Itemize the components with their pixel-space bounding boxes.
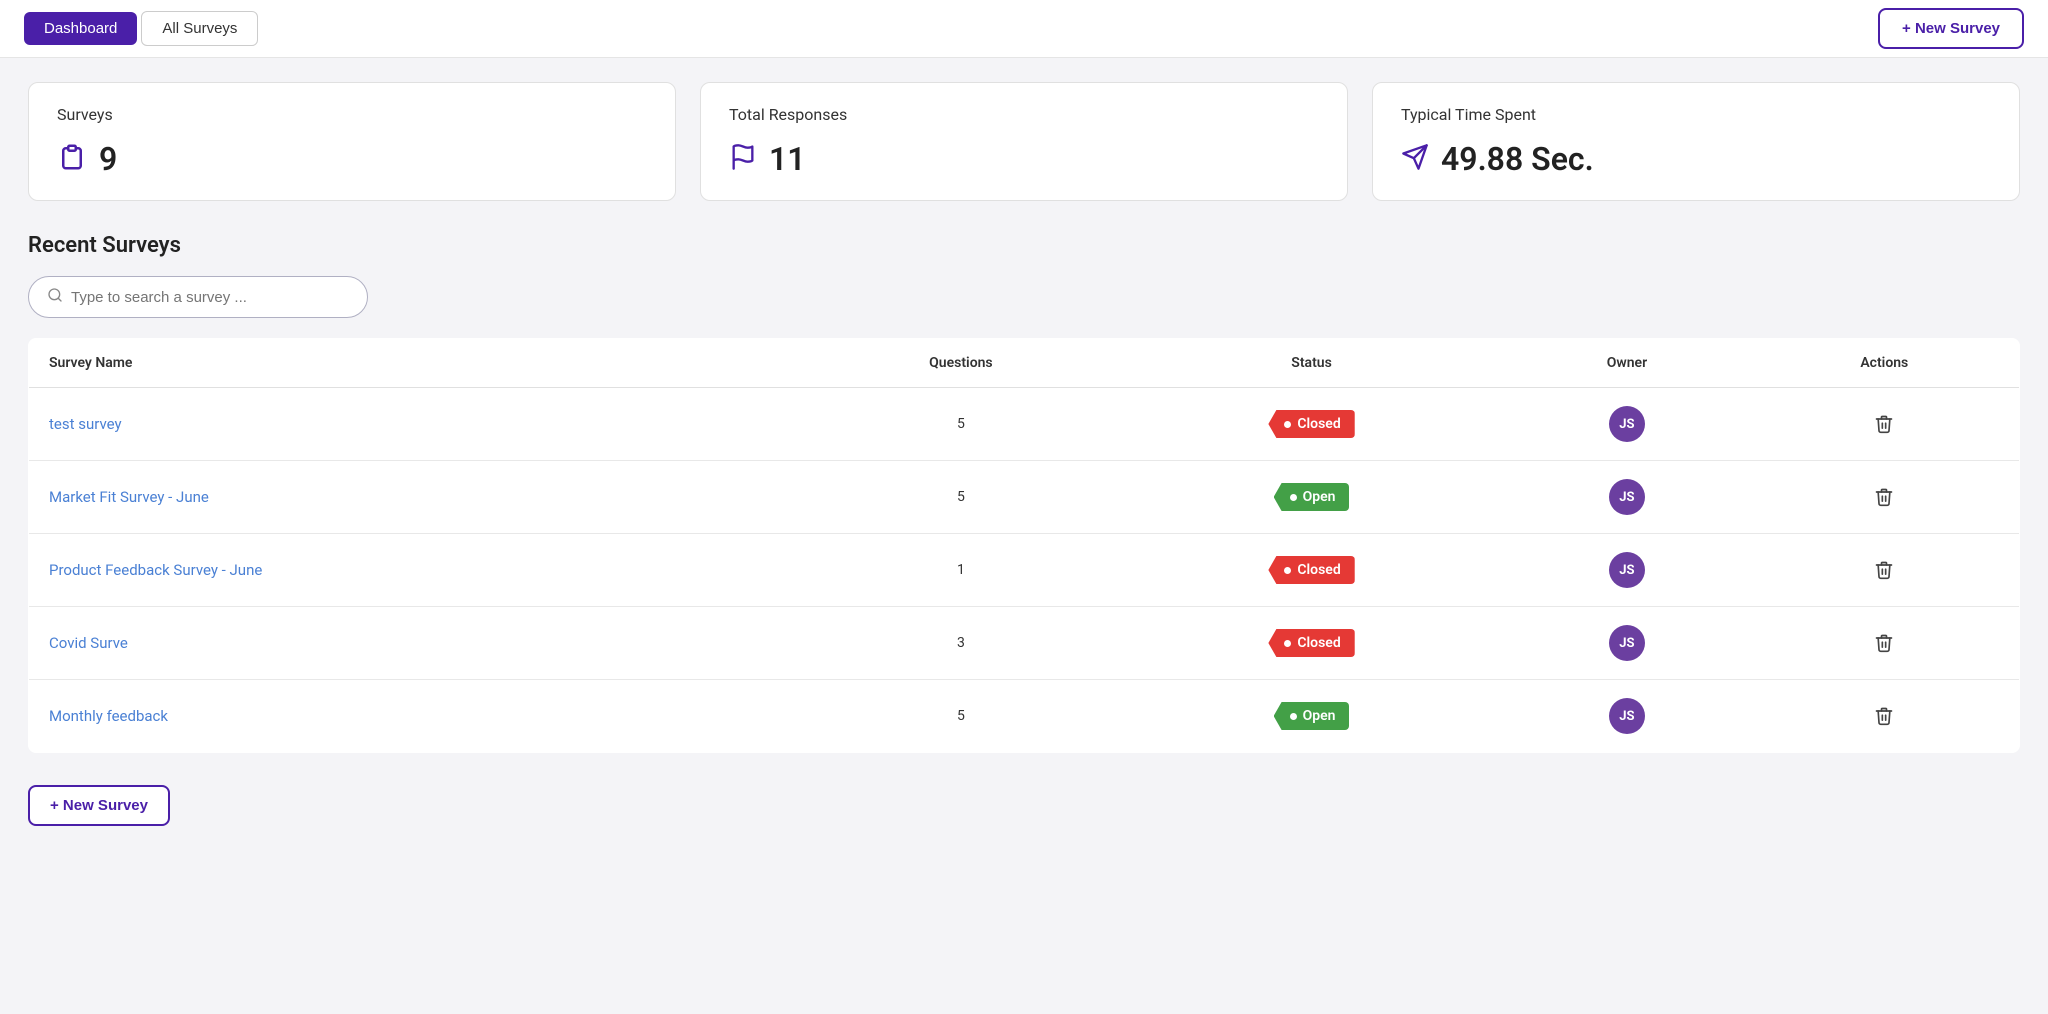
time-stat-label: Typical Time Spent (1401, 105, 1991, 124)
table-body: test survey5ClosedJSMarket Fit Survey - … (29, 388, 2020, 753)
delete-icon[interactable] (1770, 560, 1999, 580)
survey-name-cell: Monthly feedback (29, 680, 804, 753)
survey-actions-cell (1750, 607, 2020, 680)
survey-status-cell: Closed (1119, 388, 1504, 461)
status-badge: Closed (1268, 629, 1354, 657)
status-badge: Open (1274, 702, 1350, 730)
search-box (28, 276, 368, 318)
responses-stat-card: Total Responses 11 (700, 82, 1348, 201)
col-header-status: Status (1119, 339, 1504, 388)
survey-status-cell: Open (1119, 461, 1504, 534)
header-nav: Dashboard All Surveys (24, 11, 258, 46)
avatar: JS (1609, 552, 1645, 588)
delete-icon[interactable] (1770, 706, 1999, 726)
responses-stat-value-row: 11 (729, 140, 1319, 178)
responses-stat-icon (729, 143, 757, 176)
survey-status-cell: Closed (1119, 534, 1504, 607)
time-stat-icon (1401, 143, 1429, 176)
avatar: JS (1609, 698, 1645, 734)
survey-name-cell: test survey (29, 388, 804, 461)
time-stat-value-row: 49.88 Sec. (1401, 140, 1991, 178)
survey-owner-cell: JS (1504, 680, 1749, 753)
search-icon (47, 287, 63, 307)
survey-name-link[interactable]: Monthly feedback (49, 707, 168, 725)
survey-questions-cell: 5 (803, 388, 1119, 461)
time-stat-number: 49.88 Sec. (1441, 140, 1594, 178)
new-survey-header-button[interactable]: + New Survey (1878, 8, 2024, 49)
survey-name-cell: Product Feedback Survey - June (29, 534, 804, 607)
col-header-name: Survey Name (29, 339, 804, 388)
survey-name-link[interactable]: Product Feedback Survey - June (49, 561, 262, 579)
status-dot-icon (1284, 640, 1291, 647)
delete-icon[interactable] (1770, 414, 1999, 434)
survey-status-cell: Closed (1119, 607, 1504, 680)
survey-questions-cell: 1 (803, 534, 1119, 607)
delete-icon[interactable] (1770, 487, 1999, 507)
survey-questions-cell: 3 (803, 607, 1119, 680)
survey-questions-cell: 5 (803, 680, 1119, 753)
survey-name-cell: Market Fit Survey - June (29, 461, 804, 534)
survey-table: Survey Name Questions Status Owner Actio… (28, 338, 2020, 753)
status-badge: Closed (1268, 556, 1354, 584)
avatar: JS (1609, 625, 1645, 661)
search-container (28, 276, 2020, 318)
surveys-stat-card: Surveys 9 (28, 82, 676, 201)
status-dot-icon (1284, 421, 1291, 428)
table-row: Market Fit Survey - June 5 Open JS (29, 461, 2020, 534)
status-dot-icon (1290, 713, 1297, 720)
table-row: Covid Surve 3 Closed JS (29, 607, 2020, 680)
main-content: Surveys 9 Total Responses (0, 58, 2048, 850)
surveys-stat-number: 9 (99, 140, 117, 178)
delete-icon[interactable] (1770, 633, 1999, 653)
col-header-questions: Questions (803, 339, 1119, 388)
survey-actions-cell (1750, 534, 2020, 607)
survey-owner-cell: JS (1504, 461, 1749, 534)
table-row: test survey 5 Closed JS (29, 388, 2020, 461)
avatar: JS (1609, 479, 1645, 515)
survey-actions-cell (1750, 680, 2020, 753)
survey-owner-cell: JS (1504, 607, 1749, 680)
avatar: JS (1609, 406, 1645, 442)
survey-owner-cell: JS (1504, 534, 1749, 607)
header: Dashboard All Surveys + New Survey (0, 0, 2048, 58)
all-surveys-nav-button[interactable]: All Surveys (141, 11, 258, 46)
responses-stat-number: 11 (769, 140, 806, 178)
status-badge: Closed (1268, 410, 1354, 438)
surveys-stat-icon (57, 142, 87, 177)
table-header: Survey Name Questions Status Owner Actio… (29, 339, 2020, 388)
survey-name-link[interactable]: test survey (49, 415, 122, 433)
table-row: Product Feedback Survey - June 1 Closed JS (29, 534, 2020, 607)
search-input[interactable] (71, 289, 331, 306)
survey-actions-cell (1750, 388, 2020, 461)
survey-questions-cell: 5 (803, 461, 1119, 534)
col-header-actions: Actions (1750, 339, 2020, 388)
time-stat-card: Typical Time Spent 49.88 Sec. (1372, 82, 2020, 201)
survey-status-cell: Open (1119, 680, 1504, 753)
new-survey-bottom-button[interactable]: + New Survey (28, 785, 170, 826)
status-dot-icon (1290, 494, 1297, 501)
surveys-stat-label: Surveys (57, 105, 647, 124)
recent-surveys-section: Recent Surveys Survey Name Questions Sta… (28, 233, 2020, 826)
table-row: Monthly feedback 5 Open JS (29, 680, 2020, 753)
responses-stat-label: Total Responses (729, 105, 1319, 124)
stats-row: Surveys 9 Total Responses (28, 82, 2020, 201)
status-dot-icon (1284, 567, 1291, 574)
survey-owner-cell: JS (1504, 388, 1749, 461)
col-header-owner: Owner (1504, 339, 1749, 388)
survey-actions-cell (1750, 461, 2020, 534)
surveys-stat-value-row: 9 (57, 140, 647, 178)
survey-name-link[interactable]: Covid Surve (49, 634, 128, 652)
survey-name-link[interactable]: Market Fit Survey - June (49, 488, 209, 506)
survey-name-cell: Covid Surve (29, 607, 804, 680)
recent-surveys-title: Recent Surveys (28, 233, 2020, 258)
dashboard-nav-button[interactable]: Dashboard (24, 12, 137, 45)
status-badge: Open (1274, 483, 1350, 511)
